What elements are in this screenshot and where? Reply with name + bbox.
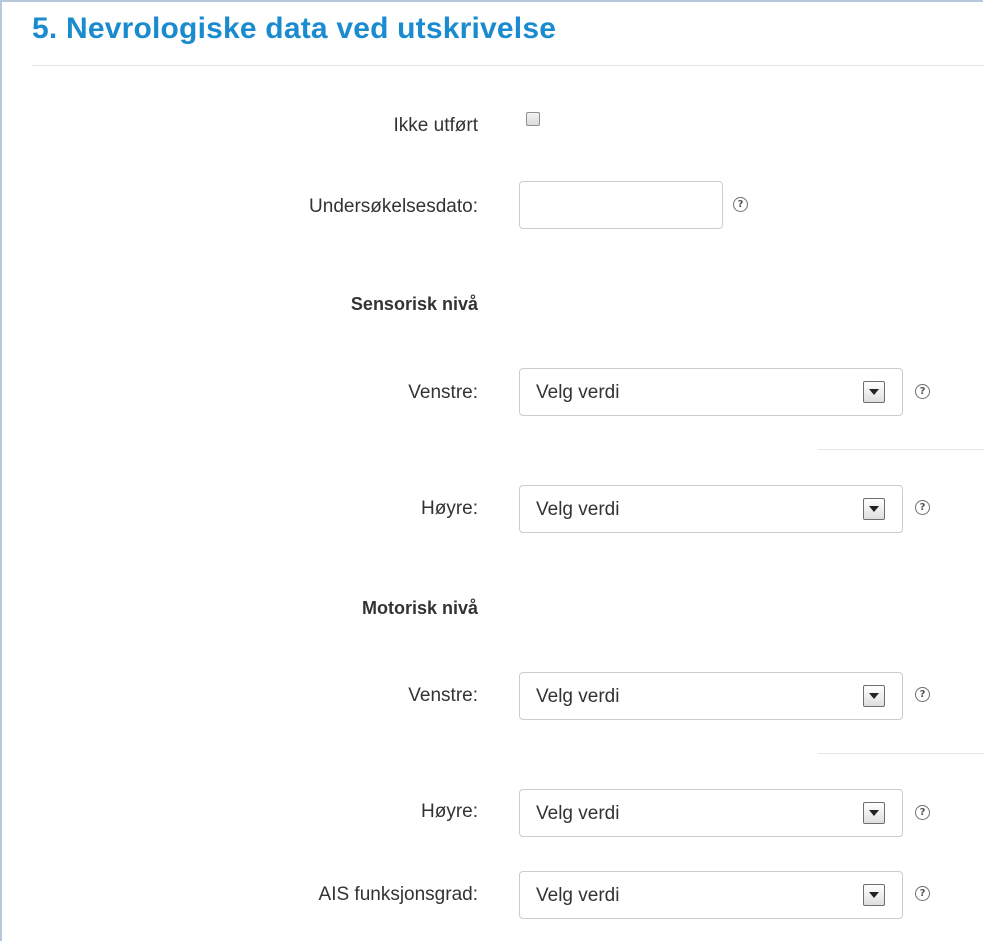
sensory-right-value: Velg verdi <box>536 499 620 520</box>
chevron-down-icon <box>863 685 885 707</box>
motor-right-help-icon[interactable]: ? <box>915 805 930 820</box>
motor-level-heading: Motorisk nivå <box>361 598 478 618</box>
ais-grade-select[interactable]: Velg verdi <box>519 871 903 919</box>
motor-right-value: Velg verdi <box>536 803 620 824</box>
sensory-left-select[interactable]: Velg verdi <box>519 368 903 416</box>
chevron-down-icon <box>863 884 885 906</box>
sensory-right-select[interactable]: Velg verdi <box>519 485 903 533</box>
motor-left-select[interactable]: Velg verdi <box>519 672 903 720</box>
row-divider <box>818 753 984 754</box>
row-divider <box>818 449 984 450</box>
exam-date-field <box>519 181 723 229</box>
sensory-left-label: Venstre: <box>408 382 478 403</box>
sensory-left-help-icon[interactable]: ? <box>915 384 930 399</box>
exam-date-label: Undersøkelsesdato: <box>309 196 478 217</box>
motor-left-value: Velg verdi <box>536 686 620 707</box>
chevron-down-icon <box>863 802 885 824</box>
not-done-label: Ikke utført <box>393 115 478 136</box>
sensory-right-label: Høyre: <box>421 498 478 519</box>
motor-left-help-icon[interactable]: ? <box>915 687 930 702</box>
sensory-level-heading: Sensorisk nivå <box>350 294 478 314</box>
exam-date-help-icon[interactable]: ? <box>733 197 748 212</box>
ais-grade-value: Velg verdi <box>536 885 620 906</box>
motor-right-select[interactable]: Velg verdi <box>519 789 903 837</box>
chevron-down-icon <box>863 498 885 520</box>
motor-left-label: Venstre: <box>408 685 478 706</box>
not-done-checkbox[interactable] <box>526 112 540 126</box>
chevron-down-icon <box>863 381 885 403</box>
title-divider <box>32 65 984 66</box>
sensory-right-help-icon[interactable]: ? <box>915 500 930 515</box>
section-title: 5. Nevrologiske data ved utskrivelse <box>32 12 557 45</box>
exam-date-input[interactable] <box>520 182 722 228</box>
ais-grade-label: AIS funksjonsgrad: <box>318 884 478 905</box>
ais-grade-help-icon[interactable]: ? <box>915 886 930 901</box>
sensory-left-value: Velg verdi <box>536 382 620 403</box>
motor-right-label: Høyre: <box>421 801 478 822</box>
